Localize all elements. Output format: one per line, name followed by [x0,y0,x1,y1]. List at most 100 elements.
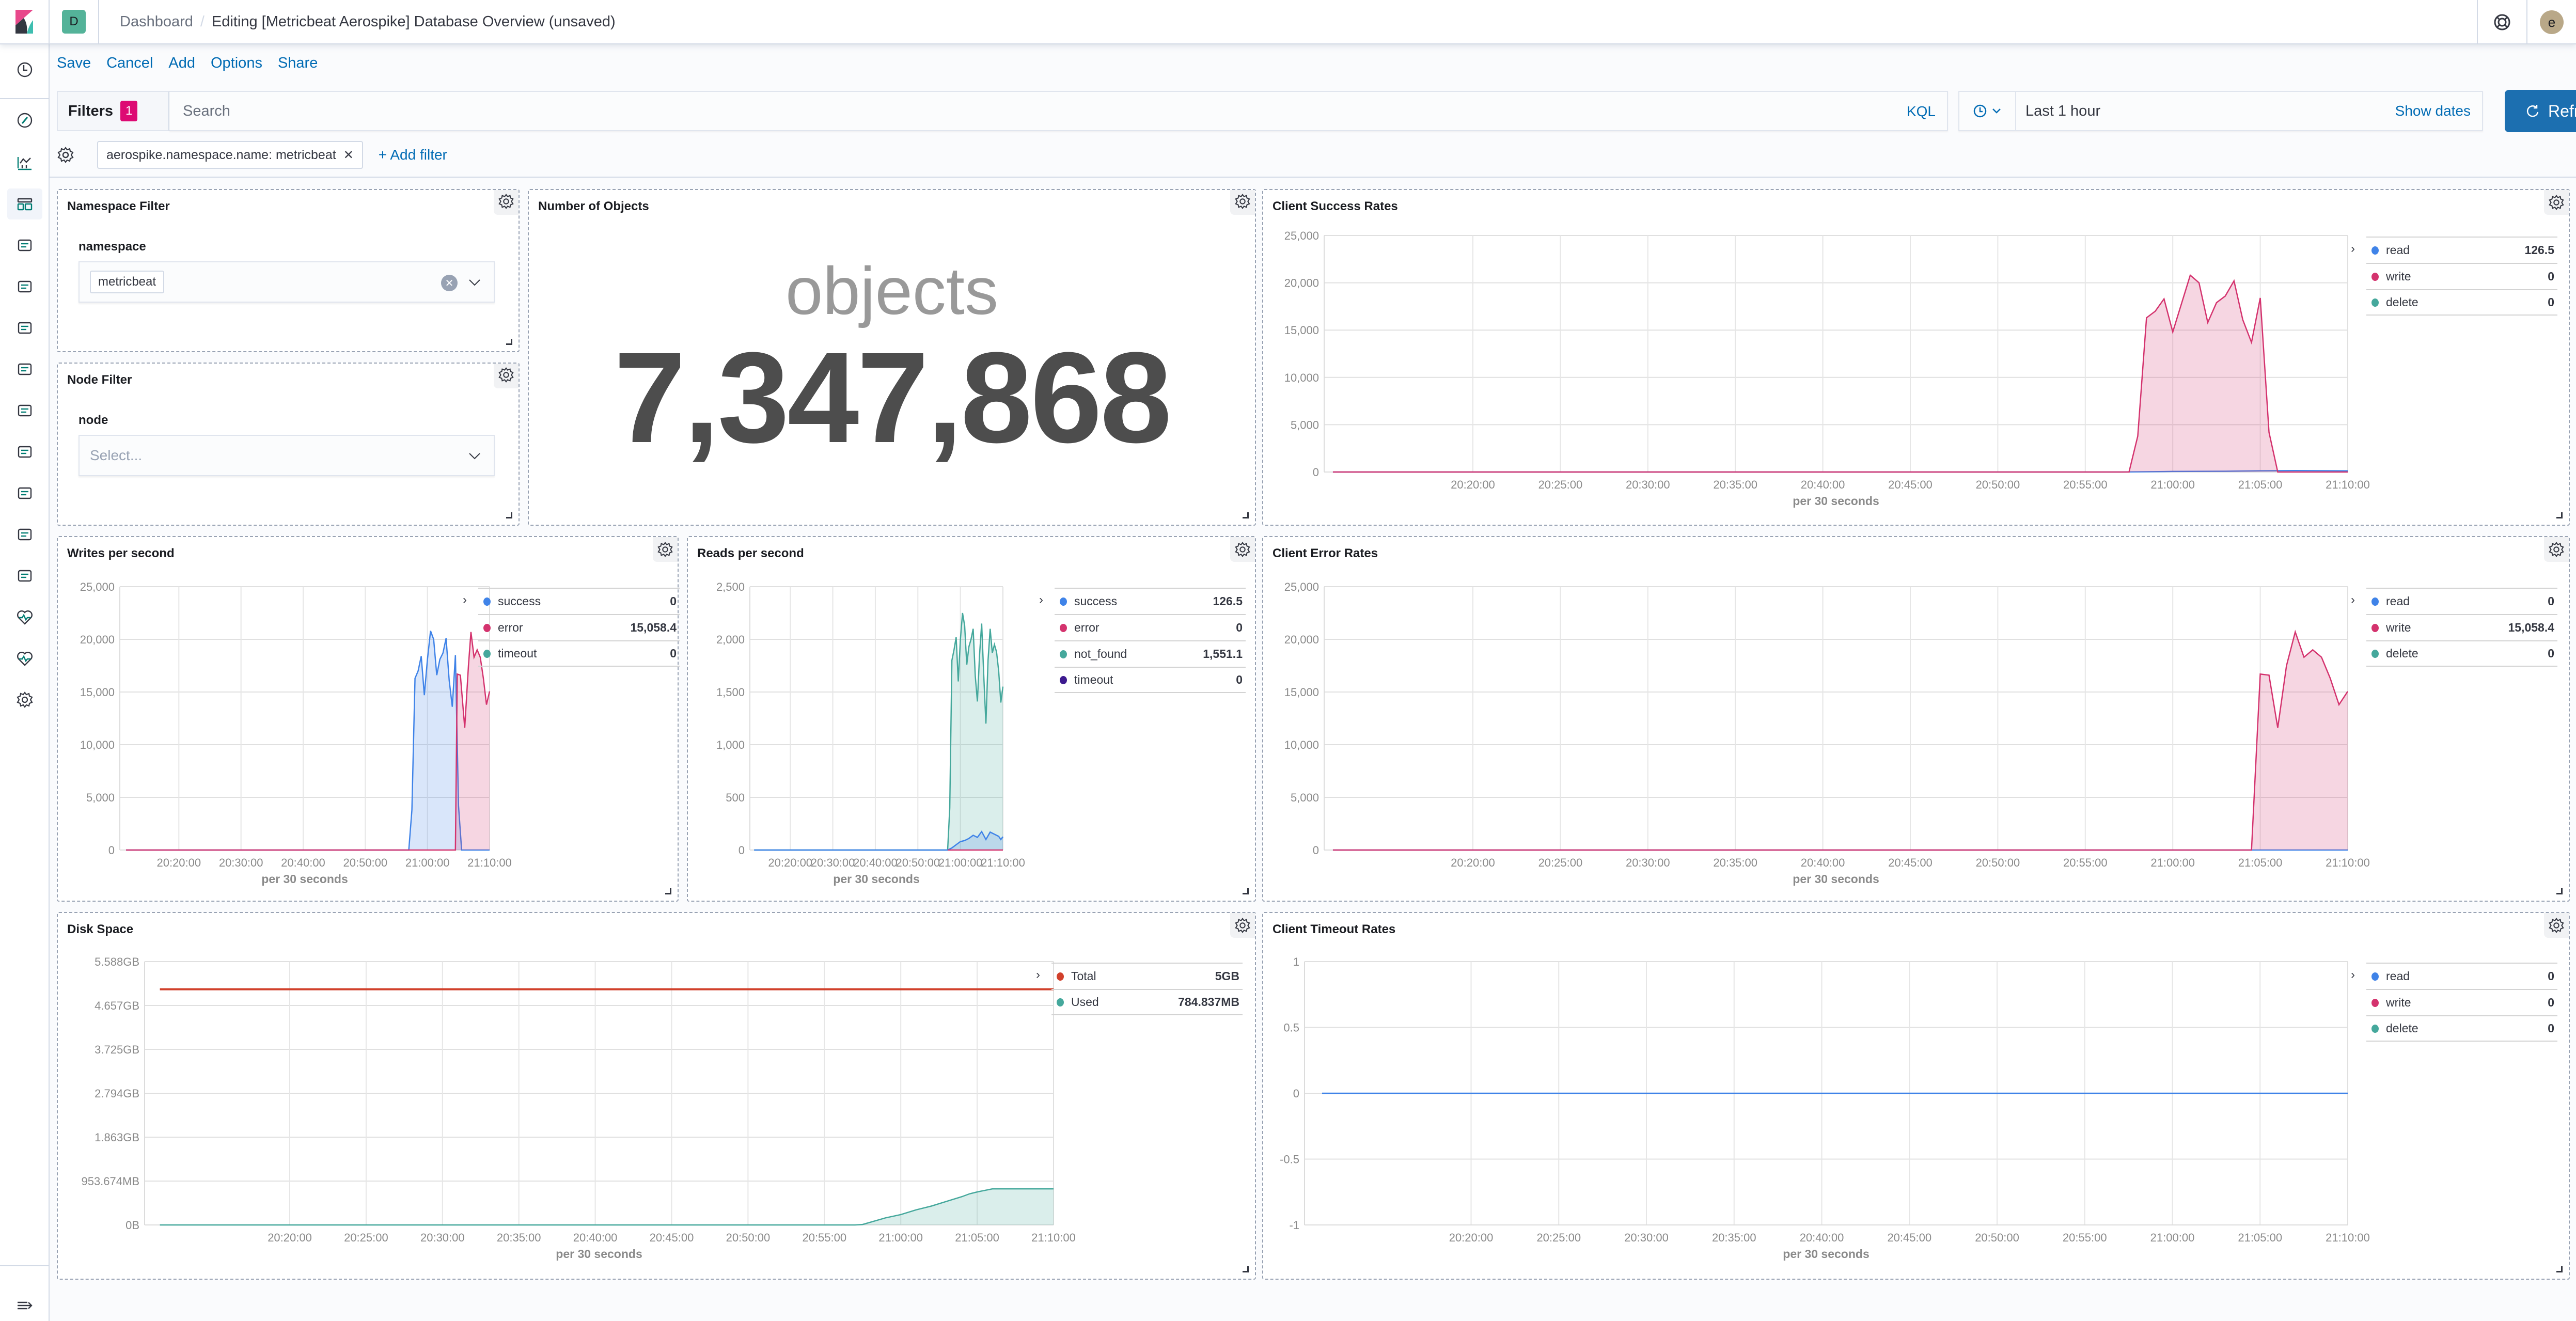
nav-item-dev-tools[interactable] [7,560,42,591]
chevron-down-icon[interactable] [468,449,481,463]
space-avatar[interactable]: D [62,10,86,34]
gear-icon[interactable] [57,146,74,164]
y-tick-label: 2,500 [716,580,745,593]
nav-item-discover[interactable] [7,105,42,136]
resize-handle[interactable] [1243,1266,1249,1272]
legend-toggle-chevron-icon[interactable]: › [2351,593,2355,607]
legend-item[interactable]: success 126.5 [1055,588,1246,614]
node-placeholder: Select... [90,447,143,463]
side-nav [0,44,50,1321]
options-button[interactable]: Options [211,55,262,72]
selected-option-pill[interactable]: metricbeat [90,271,165,293]
refresh-button[interactable]: Refresh [2505,90,2576,132]
x-tick-label: 21:00:00 [2150,478,2195,491]
y-tick-label: 953.674MB [81,1175,139,1188]
nav-item-canvas[interactable] [7,230,42,261]
legend-item[interactable]: write 15,058.4 [2366,614,2557,640]
resize-handle[interactable] [1243,512,1249,518]
legend-item[interactable]: Total 5GB [1051,963,1243,989]
resize-handle[interactable] [2556,1266,2563,1272]
legend-item[interactable]: read 0 [2366,963,2557,989]
y-tick-label: 0B [125,1219,139,1232]
y-tick-label: 2.794GB [95,1087,139,1100]
nav-item-stack-monitoring[interactable] [7,602,42,633]
legend-item[interactable]: timeout 0 [478,640,680,667]
add-filter-button[interactable]: + Add filter [379,147,447,163]
query-bar: Filters 1 Search KQL Last 1 hour Show da… [57,90,2576,132]
x-tick-label: 20:20:00 [268,1231,312,1244]
namespace-combobox[interactable]: metricbeat ✕ [78,261,495,303]
legend-item[interactable]: Used 784.837MB [1051,989,1243,1015]
help-button[interactable] [2477,0,2526,44]
search-input[interactable]: Search KQL [169,91,1948,131]
legend-item[interactable]: write 0 [2366,989,2557,1015]
legend-item[interactable]: read 0 [2366,588,2557,614]
panel-options-button[interactable] [1230,190,1255,215]
clear-selection-icon[interactable]: ✕ [441,275,458,291]
user-menu[interactable]: e [2526,0,2576,44]
resize-handle[interactable] [506,339,512,345]
legend-item[interactable]: write 0 [2366,263,2557,289]
legend-label: Total [1071,969,1096,983]
share-button[interactable]: Share [278,55,318,72]
nav-item-ml[interactable] [7,312,42,343]
cancel-button[interactable]: Cancel [106,55,153,72]
x-tick-label: 21:00:00 [878,1231,923,1244]
legend-color-dot [1057,998,1064,1007]
legend-label: timeout [1074,673,1113,686]
show-dates-button[interactable]: Show dates [2395,103,2471,119]
legend-item[interactable]: success 0 [478,588,680,614]
query-language-button[interactable]: KQL [1907,103,1936,120]
legend-label: read [2386,969,2410,983]
panel-writes-per-second: Writes per second 0 5,000 10,000 15,000 20,00… [57,536,680,902]
resize-handle[interactable] [2556,888,2563,894]
resize-handle[interactable] [1243,888,1249,894]
nav-item-uptime[interactable] [7,478,42,509]
legend-toggle-chevron-icon[interactable]: › [2351,968,2355,982]
breadcrumb-dashboard[interactable]: Dashboard [120,13,193,30]
legend-toggle-chevron-icon[interactable]: › [1039,593,1043,607]
legend-item[interactable]: read 126.5 [2366,237,2557,263]
legend-label: read [2386,243,2410,257]
resize-handle[interactable] [665,888,671,894]
nav-item-apm[interactable] [7,436,42,467]
legend-item[interactable]: delete 0 [2366,289,2557,316]
legend-item[interactable]: error 0 [1055,614,1246,640]
resize-handle[interactable] [2556,512,2563,518]
nav-item-siem[interactable] [7,519,42,550]
nav-divider [0,1265,49,1266]
legend-item[interactable]: delete 0 [2366,640,2557,667]
save-button[interactable]: Save [57,55,91,72]
collapse-menu-button[interactable] [7,1290,42,1321]
refresh-label: Refresh [2548,101,2576,120]
nav-item-visualize[interactable] [7,147,42,178]
filter-pill[interactable]: aerospike.namespace.name: metricbeat ✕ [97,141,363,169]
nav-item-infrastructure[interactable] [7,354,42,385]
legend-item[interactable]: timeout 0 [1055,667,1246,693]
remove-filter-icon[interactable]: ✕ [343,148,354,163]
legend-toggle-chevron-icon[interactable]: › [1036,968,1040,982]
nav-item-maps[interactable] [7,271,42,302]
nav-item-logs[interactable] [7,395,42,426]
legend-toggle-chevron-icon[interactable]: › [463,593,467,607]
resize-handle[interactable] [506,512,512,518]
x-axis-label: per 30 seconds [1793,872,1879,886]
nav-item-recently-viewed[interactable] [7,54,42,85]
chevron-down-icon[interactable] [468,276,481,289]
nav-item-heartbeat[interactable] [7,643,42,674]
legend-toggle-chevron-icon[interactable]: › [2351,242,2355,256]
quick-select-button[interactable] [1959,92,2016,130]
legend-item[interactable]: error 15,058.4 [478,614,680,640]
legend-value: 0 [2548,996,2554,1009]
panel-options-button[interactable] [494,364,519,388]
nav-item-management[interactable] [7,684,42,715]
nav-item-dashboard[interactable] [7,188,42,219]
legend-item[interactable]: delete 0 [2366,1015,2557,1042]
filters-toggle-button[interactable]: Filters 1 [57,91,169,131]
panel-options-button[interactable] [494,190,519,215]
node-combobox[interactable]: Select... [78,435,495,476]
kibana-logo[interactable] [0,0,50,44]
time-range-display[interactable]: Last 1 hour [2025,103,2395,120]
add-panel-button[interactable]: Add [168,55,195,72]
legend-item[interactable]: not_found 1,551.1 [1055,640,1246,667]
